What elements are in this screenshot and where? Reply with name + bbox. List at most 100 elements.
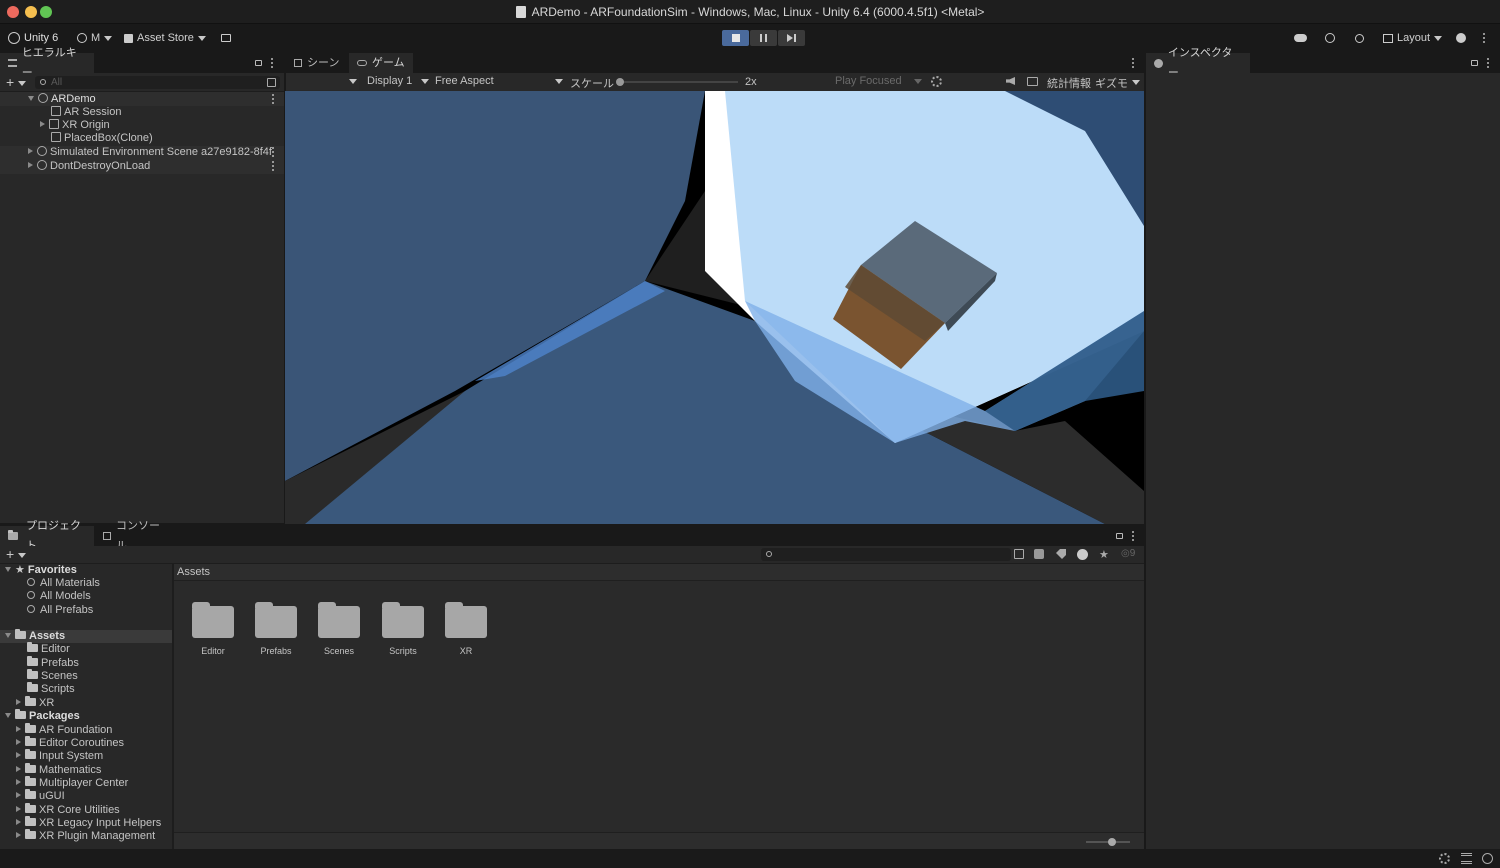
pause-button[interactable] [750, 30, 777, 46]
tab-scene[interactable]: シーン [286, 53, 348, 73]
lock-icon[interactable] [255, 60, 262, 66]
chevron-down-icon[interactable] [1132, 80, 1140, 85]
package-item[interactable]: XR Core Utilities [16, 803, 120, 817]
help-button[interactable] [1456, 29, 1466, 47]
hidden-packages-toggle[interactable]: ◎9 [1121, 548, 1135, 559]
lock-icon[interactable] [1116, 533, 1123, 539]
favorite-item[interactable]: All Prefabs [27, 604, 93, 617]
more-vertical-icon[interactable] [1132, 58, 1135, 69]
favorite-item[interactable]: All Materials [27, 577, 100, 590]
cloud-button[interactable] [1294, 29, 1307, 47]
more-vertical-icon[interactable] [271, 58, 274, 69]
unity-scene-icon [37, 160, 47, 170]
package-item[interactable]: Multiplayer Center [16, 776, 128, 790]
asset-grid-item[interactable]: Scripts [382, 602, 424, 656]
search-filter-icon[interactable] [1014, 549, 1024, 559]
package-item[interactable]: XR Legacy Input Helpers [16, 816, 161, 830]
status-bar [0, 849, 1500, 868]
package-item[interactable]: XR Plugin Management [16, 829, 155, 843]
chevron-down-icon [555, 79, 563, 84]
create-button[interactable]: + [6, 74, 14, 90]
search-button[interactable] [1355, 29, 1364, 47]
create-asset-button[interactable]: + [6, 546, 14, 562]
assets-header[interactable]: Assets [5, 629, 65, 643]
label-tag-icon[interactable] [1056, 549, 1066, 559]
bug-icon[interactable] [931, 76, 942, 87]
lock-icon[interactable] [1471, 60, 1478, 66]
scale-slider[interactable] [616, 78, 738, 86]
package-item[interactable]: AR Foundation [16, 723, 112, 737]
favorite-star-icon[interactable]: ★ [1099, 548, 1109, 561]
chevron-down-icon [18, 81, 26, 86]
search-filter-icon[interactable] [267, 78, 276, 87]
scale-slider-handle[interactable] [616, 78, 624, 86]
archive-icon [221, 34, 231, 42]
scene-more-vertical-icon[interactable] [272, 94, 275, 105]
scene-more-vertical-icon[interactable] [272, 147, 275, 158]
more-vertical-icon [1483, 32, 1486, 44]
scene-more-vertical-icon[interactable] [272, 161, 275, 172]
folder-icon [25, 816, 36, 826]
icon-size-slider[interactable] [1086, 838, 1130, 846]
asset-folder-item[interactable]: Prefabs [27, 656, 79, 670]
breadcrumb-assets[interactable]: Assets [177, 566, 210, 578]
asset-grid-item[interactable]: Scenes [318, 602, 360, 656]
history-button[interactable] [1325, 29, 1335, 47]
asset-grid-item[interactable]: Editor [192, 602, 234, 656]
history-icon [1325, 33, 1335, 43]
more-vertical-icon[interactable] [1132, 531, 1135, 542]
display-dropdown[interactable]: Display 1 [361, 73, 429, 90]
package-item[interactable]: Editor Coroutines [16, 736, 124, 750]
tab-inspector[interactable]: インスペクター [1146, 47, 1250, 79]
hierarchy-item[interactable]: PlacedBox(Clone) [51, 132, 153, 145]
asset-folder-item[interactable]: XR [16, 696, 54, 710]
hierarchy-search-input[interactable]: All [35, 76, 280, 89]
gizmos-button[interactable]: ギズモ [1095, 75, 1128, 91]
hierarchy-item-scene[interactable]: ARDemo [28, 93, 96, 106]
package-item[interactable]: Input System [16, 749, 103, 763]
toolbar-overflow-button[interactable] [1483, 29, 1486, 47]
layout-dropdown[interactable]: Layout [1383, 29, 1443, 47]
alert-icon[interactable] [1077, 549, 1088, 560]
icon-size-slider-handle[interactable] [1108, 838, 1116, 846]
tab-game[interactable]: ゲーム [349, 53, 413, 73]
tab-hierarchy[interactable]: ヒエラルキー [0, 47, 94, 79]
game-viewport[interactable] [285, 91, 1144, 524]
play-button[interactable] [722, 30, 749, 46]
audio-mute-icon[interactable] [1006, 77, 1015, 85]
hierarchy-item[interactable]: XR Origin [40, 119, 110, 132]
game-view-mode-dropdown[interactable] [286, 73, 359, 90]
hierarchy-item[interactable]: AR Session [51, 106, 121, 119]
stats-button[interactable]: 統計情報 [1047, 75, 1091, 91]
filter-by-type-icon[interactable] [1034, 549, 1044, 559]
asset-grid-item[interactable]: XR [445, 602, 487, 656]
more-vertical-icon[interactable] [1487, 58, 1490, 69]
asset-folder-item[interactable]: Editor [27, 642, 70, 656]
hierarchy-item-scene[interactable]: DontDestroyOnLoad [28, 160, 150, 173]
tab-console[interactable]: コンソール [95, 520, 171, 552]
play-mode-dropdown[interactable]: Play Focused [835, 73, 923, 90]
debug-icon[interactable] [1439, 853, 1450, 864]
folder-icon [192, 602, 234, 638]
account-icon [77, 33, 87, 43]
package-item[interactable]: uGUI [16, 789, 65, 803]
check-circle-icon[interactable] [1482, 853, 1493, 864]
expand-arrow-icon [28, 96, 34, 101]
favorites-header[interactable]: ★ Favorites [5, 564, 77, 577]
step-button[interactable] [778, 30, 805, 46]
folder-open-icon [15, 709, 26, 719]
favorite-item[interactable]: All Models [27, 590, 91, 603]
package-manager-button[interactable] [221, 29, 231, 47]
aspect-dropdown[interactable]: Free Aspect [431, 73, 563, 90]
asset-folder-item[interactable]: Scenes [27, 669, 78, 683]
tab-project[interactable]: プロジェクト [0, 520, 94, 552]
asset-folder-item[interactable]: Scripts [27, 682, 75, 696]
expand-arrow-icon [16, 792, 21, 798]
hierarchy-item-scene[interactable]: Simulated Environment Scene a27e9182-8f4… [28, 146, 272, 159]
packages-header[interactable]: Packages [5, 709, 80, 723]
project-search-input[interactable] [761, 548, 1011, 561]
asset-grid-item[interactable]: Prefabs [255, 602, 297, 656]
keyboard-icon[interactable] [1027, 77, 1038, 86]
layers-icon[interactable] [1461, 853, 1472, 864]
asset-store-button[interactable]: Asset Store [124, 29, 206, 47]
